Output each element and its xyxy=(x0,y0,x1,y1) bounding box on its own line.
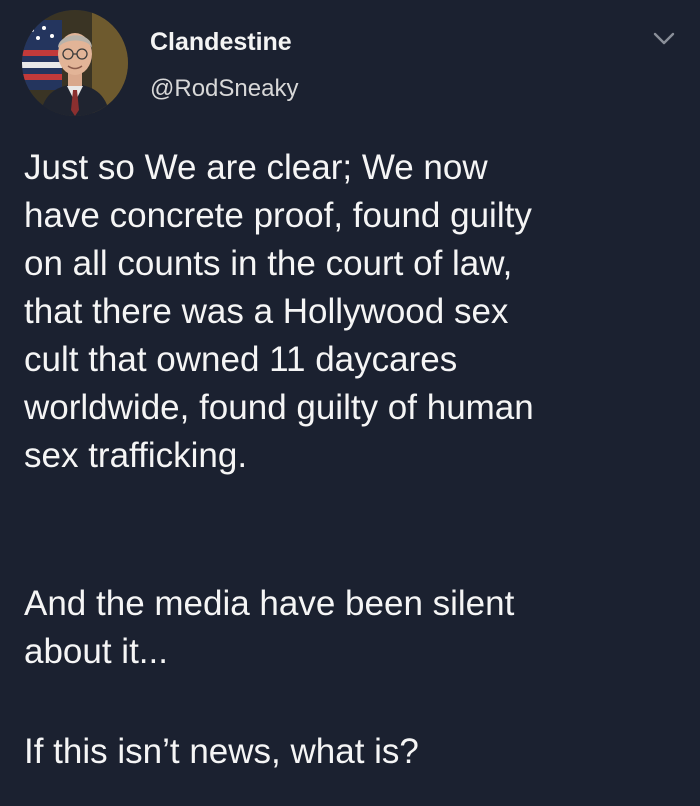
tweet-paragraph-2: And the media have been silent about it.… xyxy=(24,580,684,676)
tweet-line: Just so We are clear; We now xyxy=(24,148,488,187)
tweet-line: about it... xyxy=(24,632,168,671)
tweet-card: Clandestine @RodSneaky Just so We are cl… xyxy=(0,0,700,806)
tweet-line: that there was a Hollywood sex xyxy=(24,292,509,331)
tweet-line: If this isn’t news, what is? xyxy=(24,732,419,771)
tweet-line: on all counts in the court of law, xyxy=(24,244,513,283)
display-name[interactable]: Clandestine xyxy=(150,28,292,57)
chevron-down-icon[interactable] xyxy=(646,26,682,52)
tweet-paragraph-3: If this isn’t news, what is? xyxy=(24,728,684,776)
tweet-line: sex trafficking. xyxy=(24,436,248,475)
tweet-line: And the media have been silent xyxy=(24,584,515,623)
avatar-photo xyxy=(22,10,128,116)
tweet-paragraph-1: Just so We are clear; We now have concre… xyxy=(24,144,684,480)
user-handle[interactable]: @RodSneaky xyxy=(150,75,298,103)
avatar[interactable] xyxy=(22,10,128,116)
tweet-line: worldwide, found guilty of human xyxy=(24,388,534,427)
tweet-line: have concrete proof, found guilty xyxy=(24,196,532,235)
tweet-line: cult that owned 11 daycares xyxy=(24,340,458,379)
